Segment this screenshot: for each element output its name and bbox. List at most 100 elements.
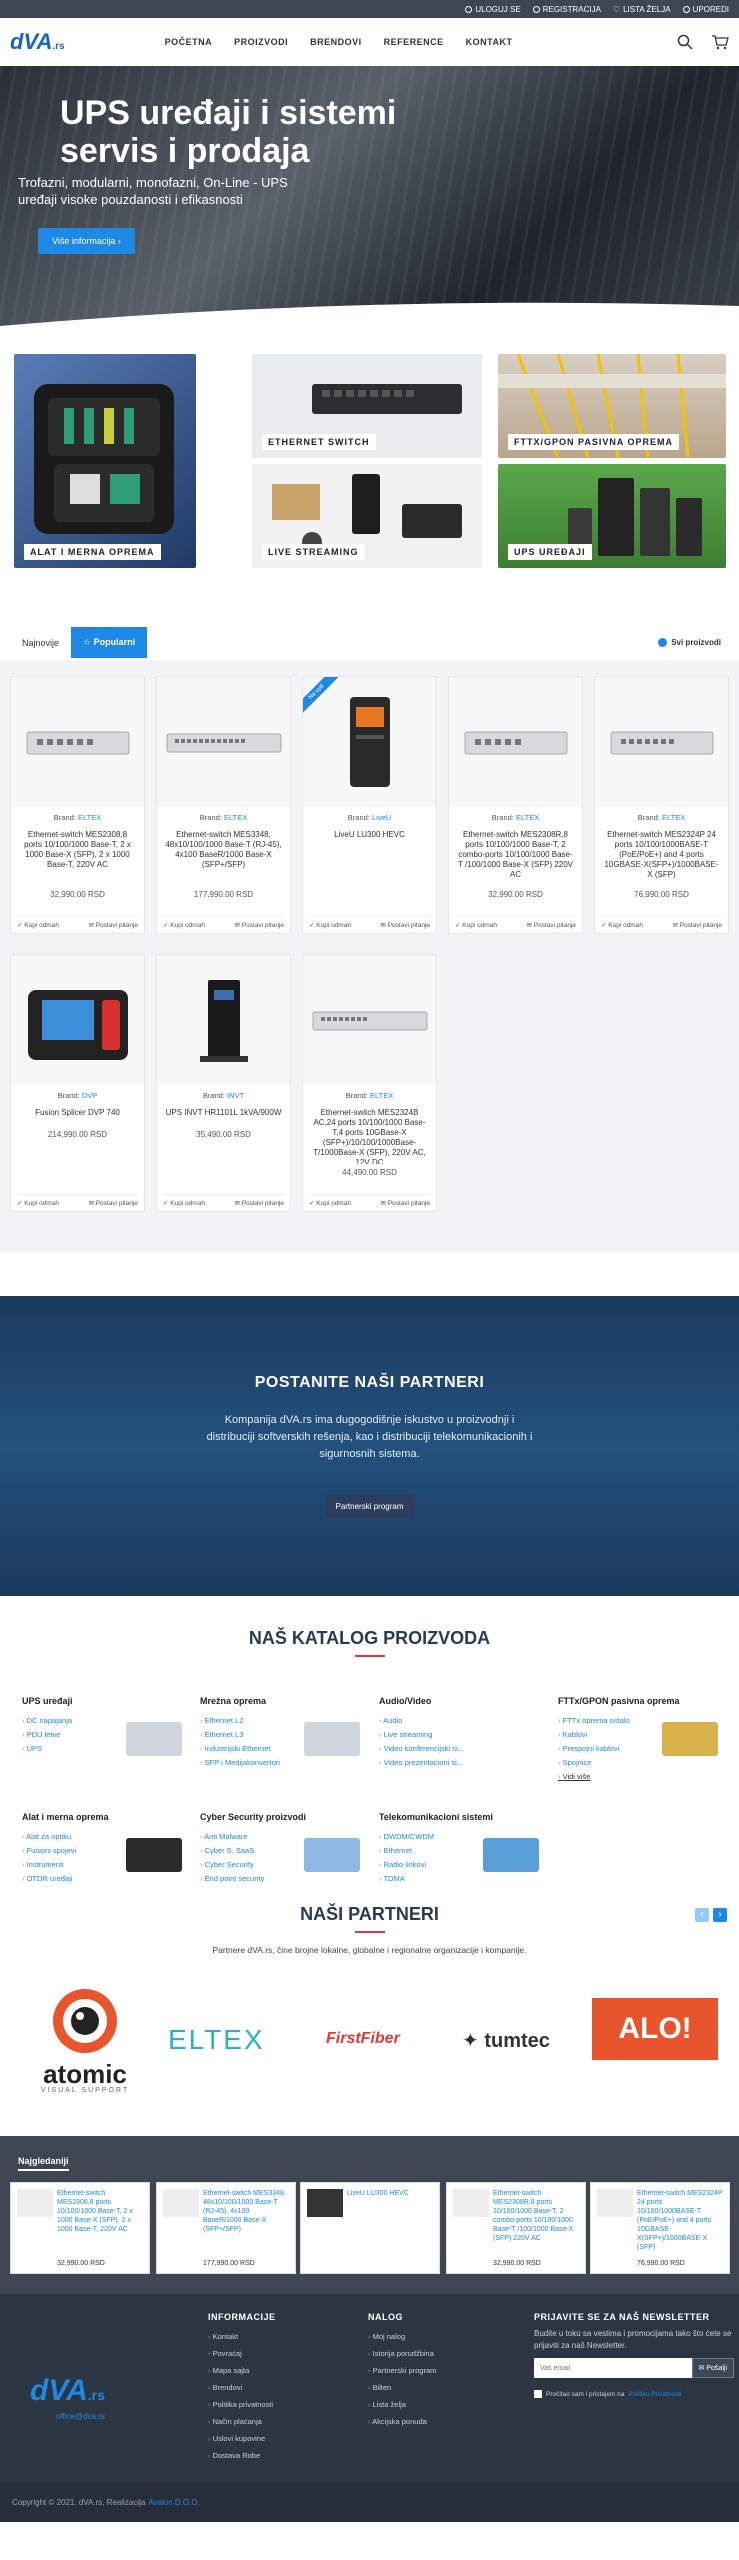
ask-question-button[interactable]: ✉ Postavi pitanje xyxy=(88,921,138,929)
buy-now-button[interactable]: ✓ Kupi odmah xyxy=(163,1199,205,1207)
footer-link[interactable]: Kontakt xyxy=(208,2328,276,2345)
product-brand[interactable]: ELTEX xyxy=(662,813,685,822)
catalog-link[interactable]: Audio xyxy=(379,1714,539,1728)
catalog-link[interactable]: Video prezentacioni si... xyxy=(379,1756,539,1770)
footer-link[interactable]: Istorija porudžbina xyxy=(368,2345,436,2362)
nav-proizvodi[interactable]: PROIZVODI xyxy=(234,37,288,47)
product-card[interactable]: Brand: ELTEX Ethernet-switch MES2324B AC… xyxy=(302,954,437,1212)
product-title[interactable]: Ethernet-switch MES3348, 48x10/100/1000 … xyxy=(165,830,282,886)
product-title[interactable]: Ethernet-switch MES2324B AC,24 ports 10/… xyxy=(311,1108,428,1164)
product-image[interactable] xyxy=(11,677,144,807)
product-image[interactable] xyxy=(595,677,728,807)
search-icon[interactable] xyxy=(677,34,693,50)
product-title[interactable]: Ethernet-switch MES2308,8 ports 10/100/1… xyxy=(19,830,136,886)
buy-now-button[interactable]: ✓ Kupi odmah xyxy=(309,921,351,929)
recent-product-card[interactable]: Ethernet-switch MES2308,8 ports 10/100/1… xyxy=(10,2182,150,2274)
nav-pocetna[interactable]: POČETNA xyxy=(165,37,213,47)
footer-link[interactable]: Akcijska ponuda xyxy=(368,2413,436,2430)
nav-kontakt[interactable]: KONTAKT xyxy=(466,37,513,47)
site-logo[interactable]: dVA .rs xyxy=(10,29,65,55)
footer-link[interactable]: Mapa sajta xyxy=(208,2362,276,2379)
nav-brendovi[interactable]: BRENDOVI xyxy=(310,37,362,47)
product-image[interactable] xyxy=(11,955,144,1085)
recent-product-card[interactable]: LiveU LU300 HEVC xyxy=(300,2182,440,2274)
catalog-more-link[interactable]: Vidi više xyxy=(558,1770,718,1784)
compare-link[interactable]: UPOREDI xyxy=(682,5,729,14)
catalog-column-title[interactable]: Telekomunikacioni sistemi xyxy=(379,1812,539,1822)
footer-link[interactable]: Uslovi kupovine xyxy=(208,2430,276,2447)
product-card[interactable]: Brand: INVT UPS INVT HR1101L 1kVA/900W 3… xyxy=(156,954,291,1212)
catalog-link[interactable]: End point security xyxy=(200,1872,360,1886)
login-link[interactable]: ULOGUJ SE xyxy=(465,5,521,14)
product-brand[interactable]: INVT xyxy=(227,1091,244,1100)
consent-checkbox[interactable] xyxy=(534,2390,542,2398)
product-image[interactable]: Na upit xyxy=(303,677,436,807)
product-card[interactable]: Brand: ELTEX Ethernet-switch MES3348, 48… xyxy=(156,676,291,934)
product-title[interactable]: LiveU LU300 HEVC xyxy=(311,830,428,886)
recent-product-card[interactable]: Ethernet-switch MES2324P 24 ports 10/100… xyxy=(590,2182,730,2274)
catalog-column-title[interactable]: Cyber Security proizvodi xyxy=(200,1812,360,1822)
prev-arrow-icon[interactable]: ‹ xyxy=(695,1908,709,1922)
product-image[interactable] xyxy=(449,677,582,807)
product-title[interactable]: UPS INVT HR1101L 1kVA/900W xyxy=(165,1108,282,1126)
catalog-link[interactable]: Spojnice xyxy=(558,1756,718,1770)
partner-logo-tumtec[interactable]: ✦ tumtec xyxy=(462,2028,550,2053)
buy-now-button[interactable]: ✓ Kupi odmah xyxy=(309,1199,351,1207)
ask-question-button[interactable]: ✉ Postavi pitanje xyxy=(380,921,430,929)
next-arrow-icon[interactable]: › xyxy=(713,1908,727,1922)
product-image[interactable] xyxy=(303,955,436,1085)
category-tile-fttx[interactable]: FTTX/GPON PASIVNA OPREMA xyxy=(498,354,726,458)
footer-link[interactable]: Bilten xyxy=(368,2379,436,2396)
product-card[interactable]: Brand: ELTEX Ethernet-switch MES2324P 24… xyxy=(594,676,729,934)
buy-now-button[interactable]: ✓ Kupi odmah xyxy=(17,1199,59,1207)
copyright-link[interactable]: Avalon D.O.O. xyxy=(148,2498,199,2507)
product-brand[interactable]: ELTEX xyxy=(78,813,101,822)
cart-icon[interactable] xyxy=(711,34,729,50)
footer-link[interactable]: Lista želja xyxy=(368,2396,436,2413)
nav-reference[interactable]: REFERENCE xyxy=(384,37,444,47)
ask-question-button[interactable]: ✉ Postavi pitanje xyxy=(88,1199,138,1207)
partner-logo-alo[interactable]: ALO! xyxy=(592,1998,718,2060)
product-image[interactable] xyxy=(157,955,290,1085)
partner-program-button[interactable]: Partnerski program xyxy=(325,1495,414,1518)
product-card[interactable]: Brand: ELTEX Ethernet-switch MES2308,8 p… xyxy=(10,676,145,934)
buy-now-button[interactable]: ✓ Kupi odmah xyxy=(163,921,205,929)
product-brand[interactable]: DVP xyxy=(82,1091,97,1100)
buy-now-button[interactable]: ✓ Kupi odmah xyxy=(17,921,59,929)
catalog-column-title[interactable]: UPS uređaji xyxy=(22,1696,182,1706)
product-title[interactable]: Ethernet-switch MES2324P 24 ports 10/100… xyxy=(603,830,720,886)
product-card[interactable]: Na upit Brand: LiveU LiveU LU300 HEVC ✓ … xyxy=(302,676,437,934)
catalog-column-title[interactable]: Audio/Video xyxy=(379,1696,539,1706)
tab-newest[interactable]: Najnovije xyxy=(10,628,71,658)
catalog-column-title[interactable]: Alat i merna oprema xyxy=(22,1812,182,1822)
ask-question-button[interactable]: ✉ Postavi pitanje xyxy=(234,1199,284,1207)
footer-link[interactable]: Način plaćanja xyxy=(208,2413,276,2430)
category-tile-ethernet[interactable]: ETHERNET SWITCH xyxy=(252,354,482,458)
footer-link[interactable]: Moj nalog xyxy=(368,2328,436,2345)
catalog-link[interactable]: OTDR uređaji xyxy=(22,1872,182,1886)
catalog-link[interactable]: Video konferencijski si... xyxy=(379,1742,539,1756)
ask-question-button[interactable]: ✉ Postavi pitanje xyxy=(672,921,722,929)
register-link[interactable]: REGISTRACIJA xyxy=(532,5,601,14)
product-brand[interactable]: ELTEX xyxy=(224,813,247,822)
catalog-link[interactable]: SFP i Medijakonvertori xyxy=(200,1756,360,1770)
catalog-column-title[interactable]: FTTx/GPON pasivna oprema xyxy=(558,1696,718,1706)
tab-popular[interactable]: ☆ Popularni xyxy=(71,627,148,658)
category-tile-tools[interactable]: ALAT I MERNA OPREMA xyxy=(14,354,196,568)
buy-now-button[interactable]: ✓ Kupi odmah xyxy=(455,921,497,929)
footer-link[interactable]: Politika privatnosti xyxy=(208,2396,276,2413)
footer-logo[interactable]: dVA.rs office@dva.rs xyxy=(30,2374,105,2421)
product-title[interactable]: Fusion Splicer DVP 740 xyxy=(19,1108,136,1126)
recent-product-card[interactable]: Ethernet-switch MES3348, 48x10/100/1000 … xyxy=(156,2182,296,2274)
partner-logo-firstfiber[interactable]: FirstFiber xyxy=(326,2030,400,2048)
wishlist-link[interactable]: ♡ LISTA ŽELJA xyxy=(613,5,671,14)
newsletter-email-input[interactable] xyxy=(534,2358,692,2378)
newsletter-submit-button[interactable]: ✉ Pošalji xyxy=(691,2358,734,2378)
all-products-link[interactable]: Svi proizvodi xyxy=(658,638,721,647)
recent-product-card[interactable]: Ethernet-switch MES2308R,8 ports 10/100/… xyxy=(446,2182,586,2274)
product-image[interactable] xyxy=(157,677,290,807)
footer-link[interactable]: Dostava Robe xyxy=(208,2447,276,2464)
catalog-link[interactable]: Live streaming xyxy=(379,1728,539,1742)
partner-logo-eltex[interactable]: ELTEX xyxy=(168,2024,265,2056)
footer-email[interactable]: office@dva.rs xyxy=(56,2412,105,2421)
